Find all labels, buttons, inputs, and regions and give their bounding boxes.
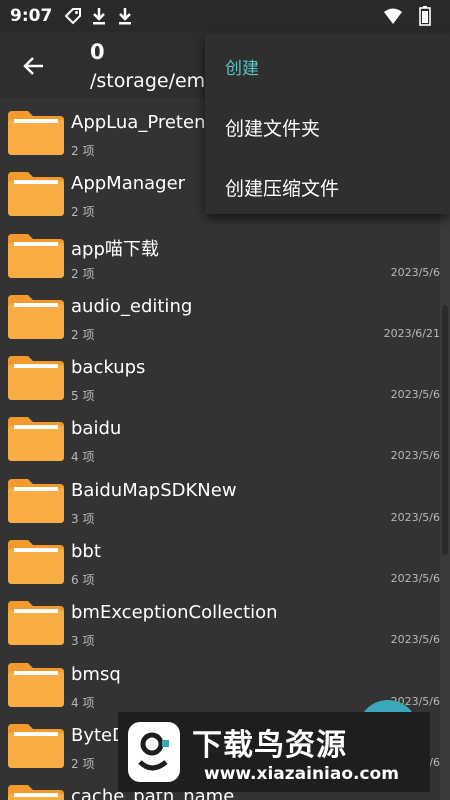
file-row[interactable]: audio_editing 2 项 2023/6/21 — [0, 284, 440, 345]
arrow-left-icon — [23, 57, 43, 75]
file-row[interactable]: app喵下载 2 项 2023/5/6 — [0, 223, 440, 284]
scroll-thumb[interactable] — [442, 305, 448, 555]
folder-icon — [8, 540, 64, 585]
item-count: 2 项 — [71, 266, 95, 281]
file-name: bbt — [71, 541, 101, 563]
item-count: 2 项 — [71, 205, 95, 220]
file-name: bmsq — [71, 663, 121, 685]
folder-icon — [8, 294, 64, 339]
item-count: 6 项 — [71, 573, 95, 588]
folder-icon — [8, 601, 64, 646]
folder-icon — [8, 417, 64, 462]
item-count: 2 项 — [71, 144, 95, 158]
file-row[interactable]: baidu 4 项 2023/5/6 — [0, 406, 440, 467]
folder-icon — [8, 785, 64, 800]
menu-header: 创建 — [225, 59, 259, 79]
back-button[interactable] — [16, 48, 52, 84]
file-name: AppLua_Pretend — [71, 112, 217, 133]
file-row[interactable]: bmExceptionCollection 3 项 2023/5/6 — [0, 590, 440, 651]
folder-icon — [8, 662, 64, 707]
watermark-url: www.xiazainiao.com — [204, 764, 399, 784]
create-menu: 创建 创建文件夹 创建压缩文件 — [205, 34, 450, 214]
page-title: 0 — [90, 40, 105, 64]
watermark: 下载鸟资源 www.xiazainiao.com — [118, 712, 430, 792]
file-row[interactable]: backups 5 项 2023/5/6 — [0, 345, 440, 406]
file-name: BaiduMapSDKNew — [71, 479, 237, 501]
download-icon — [88, 5, 110, 27]
watermark-title: 下载鸟资源 — [192, 728, 347, 763]
file-row[interactable]: BaiduMapSDKNew 3 项 2023/5/6 — [0, 468, 440, 529]
status-time: 9:07 — [10, 6, 53, 26]
file-name: audio_editing — [71, 295, 193, 317]
folder-icon — [8, 356, 64, 401]
folder-icon — [8, 233, 64, 278]
modified-date: 2023/5/6 — [390, 510, 440, 524]
folder-icon — [8, 111, 64, 155]
menu-item-create-archive[interactable]: 创建压缩文件 — [225, 174, 339, 201]
file-name: baidu — [71, 418, 122, 440]
watermark-logo — [128, 722, 180, 782]
item-count: 4 项 — [71, 450, 95, 465]
file-row[interactable]: bbt 6 项 2023/5/6 — [0, 529, 440, 590]
download-icon — [114, 5, 136, 27]
item-count: 3 项 — [71, 634, 95, 649]
modified-date: 2023/5/6 — [390, 633, 440, 647]
file-name: AppManager — [71, 173, 186, 195]
modified-date: 2023/5/6 — [390, 388, 440, 402]
modified-date: 2023/5/6 — [390, 449, 440, 463]
current-path: /storage/emu — [90, 70, 218, 92]
modified-date: 2023/5/6 — [390, 265, 440, 279]
item-count: 3 项 — [71, 511, 95, 526]
tag-icon — [62, 5, 84, 27]
modified-date: 2023/5/6 — [390, 572, 440, 586]
modified-date: 2023/6/21 — [383, 326, 440, 340]
item-count: 2 项 — [71, 756, 95, 771]
status-bar: 9:07 — [0, 0, 450, 32]
folder-icon — [8, 172, 64, 217]
folder-icon — [8, 478, 64, 523]
item-count: 5 项 — [71, 389, 95, 404]
file-name: app喵下载 — [71, 238, 159, 260]
menu-item-create-folder[interactable]: 创建文件夹 — [225, 114, 320, 141]
file-name: backups — [71, 357, 146, 379]
battery-icon — [414, 5, 436, 27]
wifi-icon — [382, 5, 404, 27]
item-count: 4 项 — [71, 695, 95, 710]
file-name: bmExceptionCollection — [71, 602, 278, 624]
item-count: 2 项 — [71, 327, 95, 342]
folder-icon — [8, 723, 64, 768]
